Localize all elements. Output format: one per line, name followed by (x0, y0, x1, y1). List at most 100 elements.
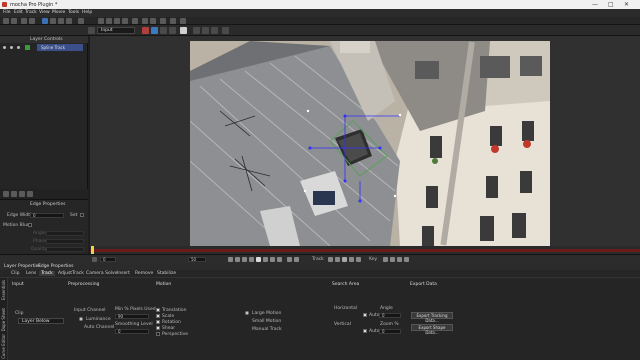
clip-select[interactable]: Layer Below (18, 318, 64, 324)
go-end-icon[interactable] (277, 257, 282, 262)
show-mattes-icon[interactable] (151, 27, 158, 34)
track-prev-frame-icon[interactable] (335, 257, 340, 262)
layer-name[interactable]: Spline Track (37, 44, 83, 51)
vertical-field[interactable]: 0 (379, 329, 401, 334)
prev-key-icon[interactable] (235, 257, 240, 262)
play-backward-icon[interactable] (249, 257, 254, 262)
show-splines-icon[interactable] (160, 27, 167, 34)
smoothing-field[interactable]: 0 (115, 329, 149, 334)
color-swatch-icon[interactable] (222, 27, 229, 34)
luminance-radio[interactable] (79, 317, 83, 321)
rotation-checkbox[interactable] (156, 320, 160, 324)
rectangle-tool-icon[interactable] (114, 18, 120, 24)
delete-keyframe-icon[interactable] (404, 257, 409, 262)
tab-dope-sheet[interactable]: Dope Sheet (1, 308, 6, 331)
layer-row[interactable]: Spline Track (0, 44, 88, 51)
surface-tool-icon[interactable] (150, 18, 156, 24)
add-point-icon[interactable] (98, 18, 104, 24)
lock-icon[interactable] (17, 46, 20, 49)
edge-width-checkbox[interactable] (80, 213, 84, 217)
tab-adjusttrack[interactable]: AdjustTrack (56, 271, 86, 276)
view-mode-icon[interactable] (88, 27, 95, 34)
crosshair-icon[interactable] (170, 18, 176, 24)
layer-input-select[interactable]: Input (97, 27, 135, 34)
timeline[interactable] (90, 246, 640, 254)
menu-help[interactable]: Help (82, 10, 92, 15)
pan-tool-icon[interactable] (58, 18, 64, 24)
scale-checkbox[interactable] (156, 314, 160, 318)
export-shape-button[interactable]: Export Shape Data... (411, 324, 453, 335)
prev-frame-icon[interactable] (242, 257, 247, 262)
tab-essentials[interactable]: Essentials (1, 280, 6, 300)
end-frame-field[interactable]: 50 (188, 257, 206, 262)
start-frame-field[interactable]: 0 (100, 257, 116, 262)
menu-view[interactable]: View (39, 10, 50, 15)
open-icon[interactable] (3, 18, 9, 24)
tab-layer-properties[interactable]: Layer Properties (4, 264, 41, 269)
overlay-icon[interactable] (211, 27, 218, 34)
tab-lens[interactable]: Lens (24, 271, 38, 276)
large-motion-radio[interactable] (245, 311, 249, 315)
next-key-icon[interactable] (270, 257, 275, 262)
add-keyframe-icon[interactable] (390, 257, 395, 262)
link-tool-icon[interactable] (142, 18, 148, 24)
tab-stabilize[interactable]: Stabilize (155, 271, 178, 276)
next-keyframe-icon[interactable] (397, 257, 402, 262)
attach-tool-icon[interactable] (160, 18, 166, 24)
tab-curve-editor[interactable]: Curve Editor (1, 334, 6, 359)
bounce-icon[interactable] (294, 257, 299, 262)
playhead[interactable] (91, 246, 94, 254)
select-all-icon[interactable] (50, 18, 56, 24)
play-forward-icon[interactable] (256, 257, 261, 262)
tab-edge-properties[interactable]: Edge Properties (38, 264, 74, 269)
loop-icon[interactable] (287, 257, 292, 262)
tab-track[interactable]: Track (39, 271, 55, 276)
min-pixels-field[interactable]: 90 (115, 314, 149, 319)
delete-layer-icon[interactable] (27, 191, 33, 197)
tab-clip[interactable]: Clip (9, 271, 22, 276)
circle-tool-icon[interactable] (122, 18, 128, 24)
set-button[interactable]: Set (70, 213, 77, 218)
undo-icon[interactable] (21, 18, 27, 24)
bezier-tool-icon[interactable] (106, 18, 112, 24)
zoom-tool-icon[interactable] (66, 18, 72, 24)
track-stop-icon[interactable] (342, 257, 347, 262)
grid-tool-icon[interactable] (180, 18, 186, 24)
track-forward-icon[interactable] (356, 257, 361, 262)
menu-track[interactable]: Track (25, 10, 37, 15)
motion-blur-checkbox[interactable] (28, 223, 32, 227)
matte-visibility-icon[interactable] (10, 46, 13, 49)
add-layer-icon[interactable] (3, 191, 9, 197)
stabilize-icon[interactable] (202, 27, 209, 34)
menu-movie[interactable]: Movie (52, 10, 65, 15)
close-button[interactable]: ✕ (624, 1, 629, 8)
horizontal-auto-checkbox[interactable] (363, 313, 367, 317)
show-layer-icon[interactable] (142, 27, 149, 34)
rooftop-footage[interactable] (190, 41, 550, 246)
show-grid-icon[interactable] (180, 27, 187, 34)
trace-icon[interactable] (193, 27, 200, 34)
vertical-auto-checkbox[interactable] (363, 329, 367, 333)
go-start-icon[interactable] (228, 257, 233, 262)
track-next-frame-icon[interactable] (349, 257, 354, 262)
save-icon[interactable] (11, 18, 17, 24)
translation-checkbox[interactable] (156, 308, 160, 312)
minimize-button[interactable]: — (592, 1, 598, 8)
maximize-button[interactable]: □ (608, 1, 614, 8)
show-surface-icon[interactable] (169, 27, 176, 34)
layer-group-icon[interactable] (19, 191, 25, 197)
track-backward-icon[interactable] (328, 257, 333, 262)
next-frame-icon[interactable] (263, 257, 268, 262)
xspline-tool-icon[interactable] (78, 18, 84, 24)
menu-edit[interactable]: Edit (14, 10, 23, 15)
prev-keyframe-icon[interactable] (383, 257, 388, 262)
magnet-tool-icon[interactable] (132, 18, 138, 24)
horizontal-field[interactable]: 0 (379, 313, 401, 318)
in-point-icon[interactable] (92, 257, 97, 262)
duplicate-layer-icon[interactable] (11, 191, 17, 197)
edge-width-field[interactable]: 0 (30, 213, 64, 218)
shear-checkbox[interactable] (156, 326, 160, 330)
redo-icon[interactable] (29, 18, 35, 24)
select-tool-icon[interactable] (42, 18, 48, 24)
timeline-bar[interactable] (90, 249, 640, 252)
